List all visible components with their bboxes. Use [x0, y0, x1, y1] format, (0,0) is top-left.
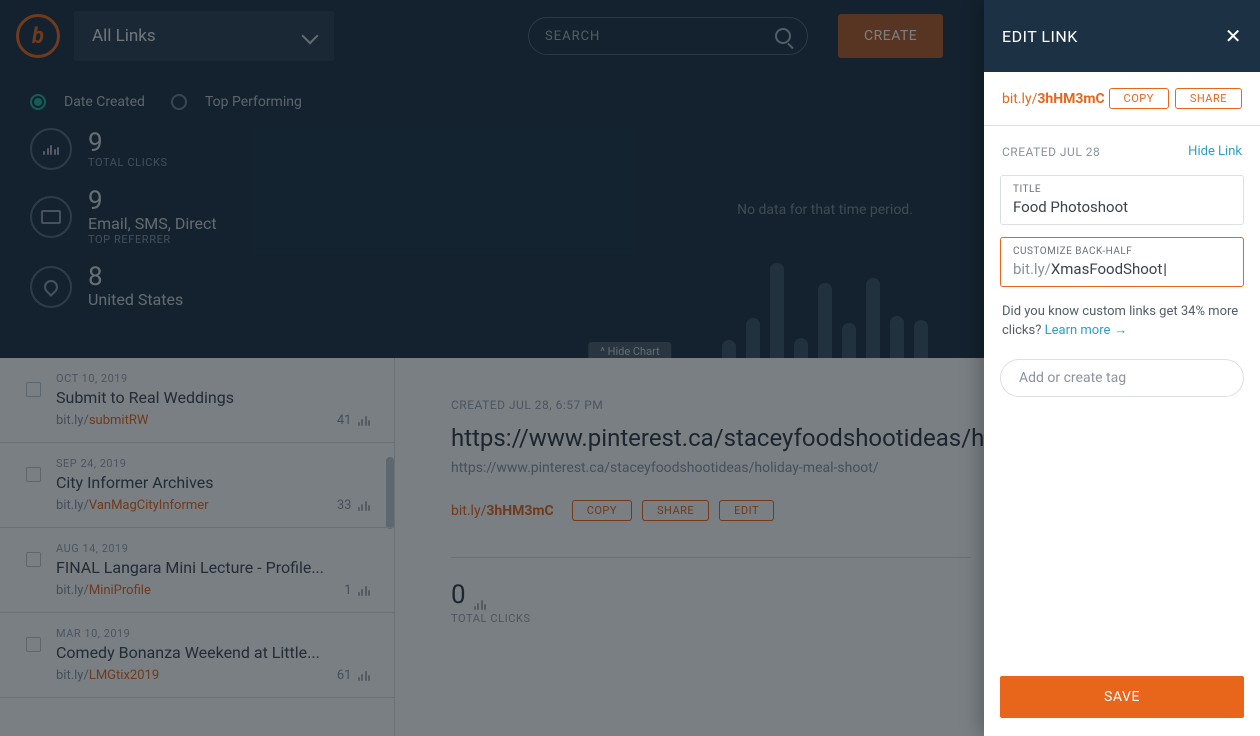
- backhalf-field-value: bit.ly/XmasFoodShoot: [1013, 260, 1231, 278]
- title-field[interactable]: TITLE Food Photoshoot: [1000, 175, 1244, 225]
- learn-more-link[interactable]: Learn more→: [1045, 323, 1128, 338]
- backhalf-field[interactable]: CUSTOMIZE BACK-HALF bit.ly/XmasFoodShoot: [1000, 237, 1244, 287]
- hide-link-button[interactable]: Hide Link: [1188, 144, 1242, 159]
- save-button[interactable]: SAVE: [1000, 676, 1244, 718]
- promo-text: Did you know custom links get 34% more c…: [984, 293, 1260, 351]
- panel-copy-button[interactable]: COPY: [1109, 88, 1169, 109]
- panel-share-button[interactable]: SHARE: [1175, 88, 1242, 109]
- panel-header: EDIT LINK ✕: [984, 0, 1260, 72]
- tag-input[interactable]: Add or create tag: [1000, 359, 1244, 397]
- title-field-value: Food Photoshoot: [1013, 198, 1231, 216]
- close-icon[interactable]: ✕: [1225, 24, 1242, 48]
- edit-link-panel: EDIT LINK ✕ bit.ly/3hHM3mC COPY SHARE CR…: [984, 0, 1260, 736]
- title-field-label: TITLE: [1013, 184, 1231, 195]
- panel-created: CREATED JUL 28: [1002, 145, 1100, 159]
- backhalf-field-label: CUSTOMIZE BACK-HALF: [1013, 246, 1231, 257]
- panel-title: EDIT LINK: [1002, 27, 1078, 46]
- panel-shortlink[interactable]: bit.ly/3hHM3mC: [1002, 91, 1105, 107]
